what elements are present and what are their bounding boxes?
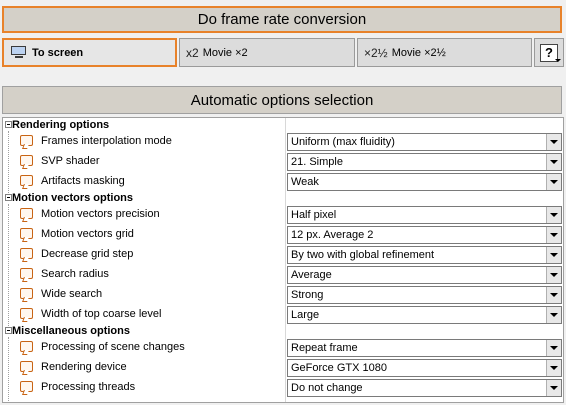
option-label: Processing threads	[41, 381, 136, 393]
dropdown-arrow-icon[interactable]	[546, 267, 561, 283]
artifacts-masking-select[interactable]: Weak	[287, 173, 562, 191]
dropdown-arrow-icon	[555, 59, 561, 62]
comment-icon	[20, 208, 33, 219]
option-label: Width of top coarse level	[41, 308, 162, 320]
select-value: By two with global refinement	[291, 249, 435, 261]
dropdown-arrow-icon[interactable]	[546, 360, 561, 376]
comment-icon	[20, 268, 33, 279]
collapse-icon[interactable]	[5, 327, 12, 334]
mode-label: Movie ×2	[202, 46, 248, 59]
comment-icon	[20, 308, 33, 319]
options-tree: Rendering options Frames interpolation m…	[2, 117, 564, 403]
frames-interpolation-mode-select[interactable]: Uniform (max fluidity)	[287, 133, 562, 151]
comment-icon	[20, 288, 33, 299]
section-title: Miscellaneous options	[12, 325, 130, 337]
option-label: Motion vectors grid	[41, 228, 134, 240]
section-motion-vectors[interactable]: Motion vectors options	[3, 191, 563, 205]
x2-icon: x2	[186, 45, 199, 60]
comment-icon	[20, 155, 33, 166]
dropdown-arrow-icon[interactable]	[546, 227, 561, 243]
do-frame-rate-conversion-button[interactable]: Do frame rate conversion	[2, 6, 562, 33]
help-button[interactable]: ?	[534, 38, 564, 67]
select-value: Average	[291, 269, 332, 281]
dropdown-arrow-icon[interactable]	[546, 154, 561, 170]
mode-selector: To screen x2 Movie ×2 ×2½ Movie ×2½ ?	[2, 38, 564, 68]
motion-vectors-precision-select[interactable]: Half pixel	[287, 206, 562, 224]
dropdown-arrow-icon[interactable]	[546, 307, 561, 323]
collapse-icon[interactable]	[5, 121, 12, 128]
dropdown-arrow-icon[interactable]	[546, 174, 561, 190]
collapse-icon[interactable]	[5, 194, 12, 201]
mode-label: Movie ×2½	[391, 46, 446, 59]
option-row: SVP shader 21. Simple	[3, 152, 563, 172]
option-label: Decrease grid step	[41, 248, 134, 260]
comment-icon	[20, 175, 33, 186]
option-label: Rendering device	[41, 361, 127, 373]
select-value: 21. Simple	[291, 156, 343, 168]
select-value: GeForce GTX 1080	[291, 362, 387, 374]
select-value: Do not change	[291, 382, 363, 394]
dropdown-arrow-icon[interactable]	[546, 380, 561, 396]
mode-to-screen-button[interactable]: To screen	[2, 38, 177, 67]
option-row: Width of top coarse level Large	[3, 305, 563, 325]
option-label: Motion vectors precision	[41, 208, 160, 220]
svp-shader-select[interactable]: 21. Simple	[287, 153, 562, 171]
mode-movie-x2-half-button[interactable]: ×2½ Movie ×2½	[357, 38, 532, 67]
dropdown-arrow-icon[interactable]	[546, 247, 561, 263]
option-row: Processing of scene changes Repeat frame	[3, 338, 563, 358]
monitor-icon	[10, 46, 28, 59]
scene-changes-select[interactable]: Repeat frame	[287, 339, 562, 357]
select-value: Large	[291, 309, 320, 321]
search-radius-select[interactable]: Average	[287, 266, 562, 284]
select-value: Uniform (max fluidity)	[291, 136, 395, 148]
option-label: SVP shader	[41, 155, 100, 167]
dropdown-arrow-icon[interactable]	[546, 287, 561, 303]
dropdown-arrow-icon[interactable]	[546, 134, 561, 150]
comment-icon	[20, 361, 33, 372]
comment-icon	[20, 381, 33, 392]
decrease-grid-step-select[interactable]: By two with global refinement	[287, 246, 562, 264]
option-label: Processing of scene changes	[41, 341, 185, 353]
automatic-options-button[interactable]: Automatic options selection	[2, 86, 562, 114]
rendering-device-select[interactable]: GeForce GTX 1080	[287, 359, 562, 377]
wide-search-select[interactable]: Strong	[287, 286, 562, 304]
option-row: Decrease grid step By two with global re…	[3, 245, 563, 265]
option-row: Frames interpolation mode Uniform (max f…	[3, 132, 563, 152]
option-label: Artifacts masking	[41, 175, 125, 187]
top-coarse-level-width-select[interactable]: Large	[287, 306, 562, 324]
section-title: Rendering options	[12, 119, 110, 131]
section-rendering[interactable]: Rendering options	[3, 118, 563, 132]
processing-threads-select[interactable]: Do not change	[287, 379, 562, 397]
comment-icon	[20, 228, 33, 239]
comment-icon	[20, 248, 33, 259]
option-label: Wide search	[41, 288, 103, 300]
option-row: Rendering device GeForce GTX 1080	[3, 358, 563, 378]
dropdown-arrow-icon[interactable]	[546, 340, 561, 356]
option-row: Motion vectors grid 12 px. Average 2	[3, 225, 563, 245]
section-title: Motion vectors options	[12, 192, 133, 204]
option-label: Search radius	[41, 268, 109, 280]
section-miscellaneous[interactable]: Miscellaneous options	[3, 324, 563, 338]
motion-vectors-grid-select[interactable]: 12 px. Average 2	[287, 226, 562, 244]
option-row: Motion vectors precision Half pixel	[3, 205, 563, 225]
comment-icon	[20, 341, 33, 352]
option-row: Processing threads Do not change	[3, 378, 563, 398]
dropdown-arrow-icon[interactable]	[546, 207, 561, 223]
select-value: Half pixel	[291, 209, 337, 221]
mode-label: To screen	[32, 46, 84, 59]
select-value: Weak	[291, 176, 319, 188]
select-value: Strong	[291, 289, 324, 301]
x2-half-icon: ×2½	[364, 45, 388, 60]
comment-icon	[20, 135, 33, 146]
option-row: Artifacts masking Weak	[3, 172, 563, 192]
mode-movie-x2-button[interactable]: x2 Movie ×2	[179, 38, 355, 67]
option-row: Wide search Strong	[3, 285, 563, 305]
select-value: 12 px. Average 2	[291, 229, 374, 241]
option-label: Frames interpolation mode	[41, 135, 172, 147]
option-row: Search radius Average	[3, 265, 563, 285]
select-value: Repeat frame	[291, 342, 358, 354]
